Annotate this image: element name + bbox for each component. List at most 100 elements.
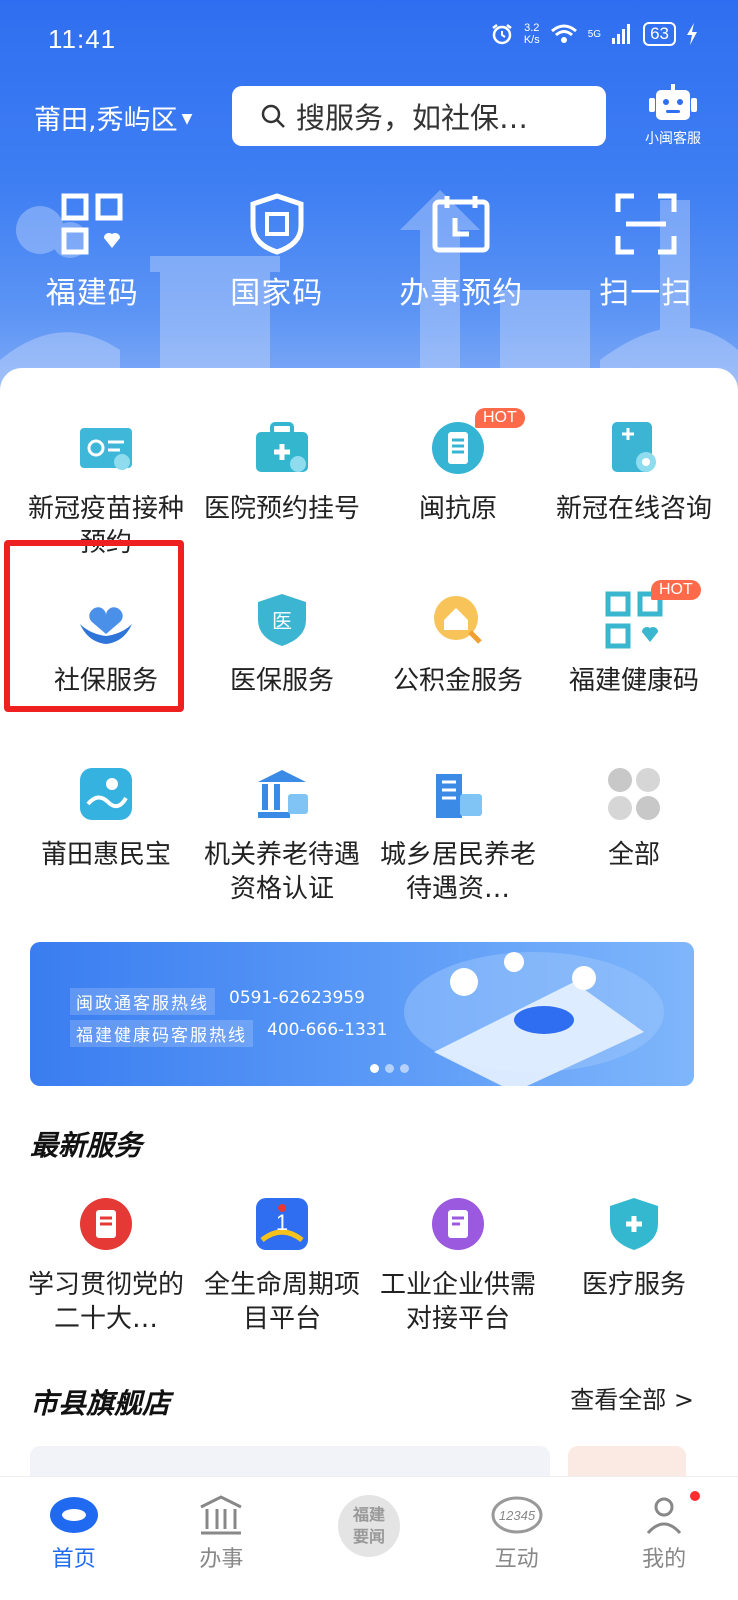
medical-shield-icon (610, 1198, 658, 1250)
national-code-button[interactable]: 国家码 (185, 192, 370, 322)
carousel-dot-active (370, 1064, 379, 1073)
shield-qr-icon (250, 193, 304, 255)
hot-badge: HOT (475, 408, 525, 428)
putian-huiminbao-item[interactable]: 莆田惠民宝 (18, 764, 194, 906)
search-input[interactable]: 搜服务，如社保… (232, 86, 606, 146)
store-card-preview[interactable] (30, 1446, 550, 1476)
hero-header: 11:41 3.2 K/s 5G 63 莆田,秀屿区 ▼ 搜服务，如社保… 小闽客… (0, 0, 738, 420)
customer-service-button[interactable]: 小闽客服 (638, 84, 708, 148)
service-label: 福建健康码 (568, 666, 699, 696)
notification-dot (689, 1491, 700, 1501)
city-selector[interactable]: 莆田,秀屿区 ▼ (34, 98, 192, 137)
tab-news[interactable]: 福建 要闻 (295, 1477, 443, 1600)
service-label: 闽抗原 (418, 494, 497, 524)
housing-fund-item[interactable]: 公积金服务 (370, 590, 546, 698)
hotline-2-number: 400-666-1331 (267, 1020, 388, 1040)
hotline-2-label: 福建健康码客服热线 (70, 1020, 253, 1047)
status-bar: 11:41 3.2 K/s 5G 63 (0, 0, 738, 80)
quick-action-label: 办事预约 (399, 276, 524, 311)
caret-down-icon: ▼ (181, 110, 193, 127)
carousel-dot (400, 1064, 409, 1073)
svg-text:12345: 12345 (499, 1508, 536, 1523)
robot-icon (649, 84, 697, 120)
hospital-appointment-item[interactable]: 医院预约挂号 (194, 418, 370, 560)
svg-text:医: 医 (272, 609, 292, 633)
customer-service-label: 小闽客服 (645, 131, 701, 147)
tab-label: 首页 (51, 1547, 96, 1572)
document-edit-icon (432, 1198, 484, 1250)
latest-services-title: 最新服务 (30, 1114, 142, 1164)
status-icons: 3.2 K/s 5G 63 (490, 22, 698, 46)
svg-text:1: 1 (276, 1210, 288, 1235)
qr-code-heart-icon (61, 193, 123, 255)
status-time: 11:41 (48, 24, 117, 54)
medical-kit-icon (256, 422, 308, 472)
service-label: 莆田惠民宝 (40, 840, 171, 870)
government-building-icon (200, 1495, 243, 1535)
latest-services-row: 学习贯彻党的二十大… 1 全生命周期项目平台 工业企业供需对接平台 医疗服务 (0, 1194, 738, 1336)
tab-interact[interactable]: 12345 互动 (443, 1477, 591, 1600)
latest-item-party-study[interactable]: 学习贯彻党的二十大… (18, 1194, 194, 1336)
all-services-item[interactable]: 全部 (546, 764, 722, 906)
service-grid-row-1: 新冠疫苗接种预约 医院预约挂号 HOT 闽抗原 新冠在线咨询 (0, 408, 738, 560)
service-label: 全生命周期项目平台 (203, 1270, 360, 1334)
service-label: 医疗服务 (581, 1270, 686, 1300)
quick-actions: 福建码 国家码 办事预约 扫一扫 (0, 192, 738, 322)
resident-pension-item[interactable]: 城乡居民养老待遇资… (370, 764, 546, 906)
network-speed: 3.2 K/s (523, 22, 540, 46)
appointment-button[interactable]: 办事预约 (369, 192, 554, 322)
party-book-icon (80, 1198, 132, 1250)
service-label: 学习贯彻党的二十大… (27, 1270, 184, 1334)
scan-button[interactable]: 扫一扫 (554, 192, 738, 322)
quick-action-label: 扫一扫 (599, 276, 693, 311)
phone-illustration (404, 952, 664, 1086)
city-stores-title: 市县旗舰店 (30, 1372, 170, 1422)
service-label: 工业企业供需对接平台 (379, 1270, 536, 1334)
tab-home[interactable]: 首页 (0, 1477, 148, 1600)
fujian-code-button[interactable]: 福建码 (0, 192, 185, 322)
tab-label: 我的 (642, 1547, 687, 1572)
bottom-tab-bar: 首页 办事 福建 要闻 12345 互动 我的 (0, 1476, 738, 1600)
hotline-banner[interactable]: 闽政通客服热线 0591-62623959 福建健康码客服热线 400-666-… (30, 942, 694, 1086)
search-row: 莆田,秀屿区 ▼ 搜服务，如社保… 小闽客服 (0, 84, 738, 148)
calendar-clock-icon (432, 196, 490, 253)
consult-icon (612, 422, 656, 472)
store-card-preview-2[interactable] (568, 1446, 686, 1476)
house-coin-icon (434, 596, 482, 644)
antigen-item[interactable]: HOT 闽抗原 (370, 408, 546, 560)
carousel-dot (385, 1064, 394, 1073)
service-label: 医保服务 (229, 666, 334, 696)
medical-shield-icon: 医 (258, 594, 306, 646)
wifi-icon (550, 24, 577, 43)
tab-affairs[interactable]: 办事 (148, 1477, 296, 1600)
government-building-icon (258, 770, 308, 818)
pension-certification-item[interactable]: 机关养老待遇资格认证 (194, 764, 370, 906)
alarm-icon (492, 24, 512, 45)
quick-action-label: 福建码 (45, 276, 139, 311)
vaccine-icon (80, 428, 132, 470)
hot-badge: HOT (651, 580, 701, 600)
hotline-2: 福建健康码客服热线 400-666-1331 (70, 1020, 387, 1047)
medical-insurance-item[interactable]: 医 医保服务 (194, 590, 370, 698)
charging-icon (687, 23, 697, 45)
see-all-link[interactable]: 查看全部 > (570, 1380, 694, 1415)
covid-consult-item[interactable]: 新冠在线咨询 (546, 418, 722, 560)
tab-mine[interactable]: 我的 (590, 1477, 738, 1600)
vaccine-appointment-item[interactable]: 新冠疫苗接种预约 (18, 418, 194, 560)
scan-icon (615, 193, 677, 255)
latest-item-medical[interactable]: 医疗服务 (546, 1194, 722, 1336)
latest-item-lifecycle[interactable]: 1 全生命周期项目平台 (194, 1194, 370, 1336)
quick-action-label: 国家码 (230, 276, 324, 311)
search-placeholder: 搜服务，如社保… (296, 101, 529, 135)
service-grid-row-3: 莆田惠民宝 机关养老待遇资格认证 城乡居民养老待遇资… 全部 (0, 764, 738, 906)
hotline-1: 闽政通客服热线 0591-62623959 (70, 988, 365, 1015)
health-code-item[interactable]: HOT 福建健康码 (546, 580, 722, 698)
hotline-12345-icon: 12345 (491, 1496, 543, 1534)
service-label: 全部 (607, 840, 660, 870)
signal-bars-icon (612, 24, 631, 44)
info-app-icon: 1 (256, 1198, 308, 1250)
highlight-box (4, 540, 184, 712)
search-icon (261, 104, 285, 128)
service-label: 公积金服务 (392, 666, 523, 696)
latest-item-industry[interactable]: 工业企业供需对接平台 (370, 1194, 546, 1336)
